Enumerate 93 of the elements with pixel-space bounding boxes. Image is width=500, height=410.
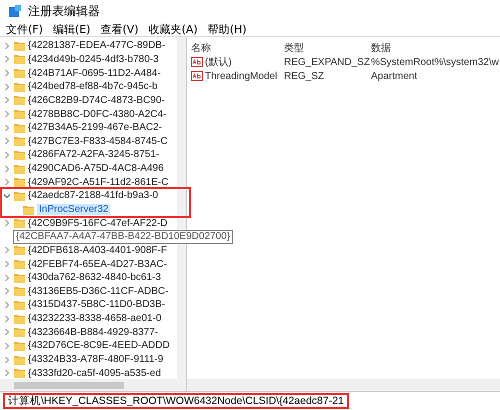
- column-header[interactable]: 名称: [191, 41, 284, 55]
- tree-item[interactable]: {43324B33-A78F-480F-9111-9: [28, 354, 164, 366]
- tree-item[interactable]: {427B34A5-2199-467e-BAC2-: [28, 122, 162, 134]
- tree-item[interactable]: {4315D437-5B8C-11D0-BD3B-: [28, 299, 166, 310]
- tree-item[interactable]: {4323664B-B884-4929-8377-: [28, 326, 158, 338]
- value-type: REG_EXPAND_SZ: [284, 56, 371, 69]
- folder-icon: [14, 272, 25, 283]
- window-title: 注册表编辑器: [28, 2, 100, 20]
- value-data: Apartment: [371, 70, 418, 83]
- expand-chevron-icon[interactable]: [3, 328, 11, 336]
- folder-icon: [14, 136, 25, 146]
- folder-icon: [23, 204, 34, 214]
- folder-icon: [14, 259, 25, 270]
- tree-item[interactable]: {42FEBF74-65EA-4D27-B3AC-: [28, 258, 167, 270]
- tree-item[interactable]: {42aedc87-2188-41fd-b9a3-0: [28, 190, 158, 202]
- tree-item[interactable]: {430da762-8632-4840-bc61-3: [28, 272, 161, 284]
- expand-chevron-icon[interactable]: [3, 69, 11, 78]
- tree-item[interactable]: {432D76CE-8C9E-4EED-ADDD: [28, 340, 170, 352]
- tree-item[interactable]: {424bed78-ef88-4b7c-945c-b: [28, 81, 158, 92]
- expand-chevron-icon[interactable]: [3, 42, 11, 50]
- folder-icon: [14, 40, 25, 51]
- folder-icon: [14, 164, 25, 174]
- string-value-icon: [191, 71, 203, 81]
- folder-icon: [14, 190, 25, 201]
- expand-chevron-icon[interactable]: [3, 164, 11, 173]
- value-data: %SystemRoot%\system32\w: [371, 56, 500, 69]
- value-name[interactable]: ThreadingModel: [191, 69, 284, 83]
- expand-chevron-icon[interactable]: [3, 124, 11, 132]
- expand-chevron-icon[interactable]: [3, 82, 11, 91]
- folder-icon: [14, 286, 25, 296]
- horizontal-scrollbar[interactable]: [0, 379, 186, 391]
- expand-chevron-icon[interactable]: [3, 314, 11, 323]
- tree-item[interactable]: {43232233-8338-4658-ae01-0: [28, 313, 162, 324]
- expand-chevron-icon[interactable]: [3, 356, 11, 364]
- folder-icon: [14, 354, 25, 365]
- menu-item[interactable]: 编辑(E): [48, 22, 94, 36]
- folder-icon: [14, 122, 25, 133]
- registry-app-icon: [8, 4, 22, 18]
- expand-chevron-icon[interactable]: [3, 55, 11, 64]
- tree-item[interactable]: {4286FA72-A2FA-3245-8751-: [28, 149, 160, 160]
- folder-icon: [14, 327, 25, 338]
- folder-icon: [14, 218, 25, 228]
- tree-item[interactable]: {4234d49b-0245-4df3-b780-3: [28, 54, 159, 65]
- tree-item[interactable]: {429AF92C-A51F-11d2-861E-C: [28, 176, 168, 188]
- string-value-icon: [191, 57, 203, 67]
- expand-chevron-icon[interactable]: [3, 369, 11, 378]
- folder-icon: [14, 245, 25, 256]
- folder-icon: [14, 54, 25, 64]
- status-path: 计算机\HKEY_CLASSES_ROOT\WOW6432Node\CLSID\{42aedc87-21: [3, 393, 349, 409]
- menu-item[interactable]: 文件(F): [2, 22, 47, 36]
- tree-item[interactable]: InProcServer32: [37, 204, 110, 215]
- value-type: REG_SZ: [284, 70, 326, 83]
- menu-item[interactable]: 查看(V): [96, 22, 143, 36]
- menu-item[interactable]: 收藏夹(A): [144, 22, 202, 36]
- expand-chevron-icon[interactable]: [3, 150, 11, 159]
- folder-icon: [14, 68, 25, 78]
- folder-icon: [14, 340, 25, 351]
- expand-chevron-icon[interactable]: [3, 219, 11, 228]
- column-header[interactable]: 类型: [284, 41, 371, 55]
- tree-item[interactable]: {42DFB618-A403-4401-908F-F: [28, 244, 167, 256]
- expand-chevron-icon[interactable]: [3, 342, 11, 350]
- folder-icon: [14, 82, 25, 92]
- tree-item[interactable]: {4333fd20-ca5f-4095-a535-ed: [28, 368, 161, 379]
- expand-chevron-icon[interactable]: [3, 274, 11, 282]
- tree-item[interactable]: {427BC7E3-F833-4584-8745-C: [28, 136, 168, 147]
- folder-icon: [14, 109, 25, 120]
- tree-item[interactable]: {4278BB8C-D0FC-4380-A2C4-: [28, 108, 166, 120]
- folder-icon: [14, 95, 25, 106]
- tree-item[interactable]: {426C82B9-D74C-4873-BC90-: [28, 94, 165, 106]
- folder-icon: [14, 300, 25, 310]
- folder-icon: [14, 177, 25, 188]
- tree-item[interactable]: {43136EB5-D36C-11CF-ADBC-: [28, 286, 168, 297]
- tree-item[interactable]: {424B71AF-0695-11D2-A484-: [28, 68, 161, 79]
- expand-chevron-icon[interactable]: [3, 300, 11, 309]
- tree-item[interactable]: {42281387-EDEA-477C-89DB-: [28, 40, 166, 52]
- expand-chevron-icon[interactable]: [3, 96, 11, 104]
- folder-icon: [14, 368, 25, 378]
- collapse-chevron-icon[interactable]: [3, 192, 11, 200]
- column-header[interactable]: 数据: [371, 41, 500, 55]
- expand-chevron-icon[interactable]: [3, 137, 11, 146]
- value-name[interactable]: (默认): [191, 55, 284, 69]
- menu-item[interactable]: 帮助(H): [204, 22, 251, 36]
- horizontal-scrollbar[interactable]: [187, 379, 500, 391]
- expand-chevron-icon[interactable]: [3, 110, 11, 118]
- tree-item[interactable]: {4290CAD6-A75D-4AC8-A496: [28, 163, 164, 174]
- expand-chevron-icon[interactable]: [3, 246, 11, 254]
- tree-item[interactable]: {42C9B9F5-16FC-47ef-AF22-D: [28, 218, 168, 229]
- tooltip: {42CBFAA7-A4A7-47BB-B422-BD10E9D02700}: [13, 230, 234, 244]
- expand-chevron-icon[interactable]: [3, 287, 11, 296]
- folder-icon: [14, 314, 25, 324]
- expand-chevron-icon[interactable]: [3, 178, 11, 186]
- folder-icon: [14, 150, 25, 160]
- expand-chevron-icon[interactable]: [3, 260, 11, 268]
